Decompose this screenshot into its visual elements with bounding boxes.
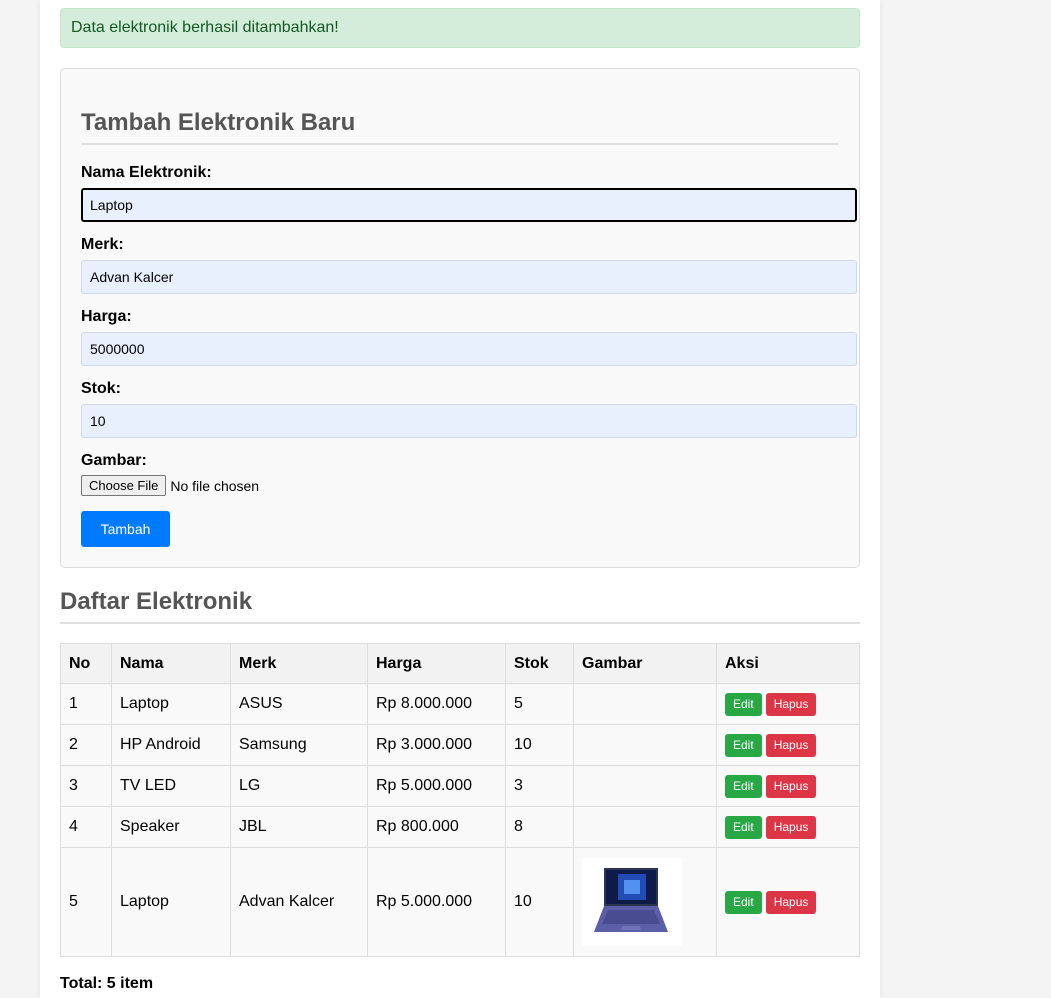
laptop-image	[582, 858, 682, 946]
harga-label: Harga:	[81, 308, 132, 325]
cell-merk: Samsung	[230, 724, 368, 766]
file-input: Choose File No file chosen	[81, 475, 259, 496]
cell-nama: Laptop	[111, 683, 231, 725]
table-row: 3 TV LED LG Rp 5.000.000 3 Edit Hapus	[60, 765, 860, 807]
hapus-button[interactable]: Hapus	[765, 815, 817, 839]
cell-no: 5	[60, 847, 112, 957]
header-no: No	[60, 643, 112, 684]
electronics-table: No Nama Merk Harga Stok Gambar Aksi 1 La…	[60, 643, 860, 957]
cell-harga: Rp 5.000.000	[367, 765, 506, 807]
header-gambar: Gambar	[573, 643, 717, 684]
hapus-button[interactable]: Hapus	[765, 774, 817, 798]
harga-input[interactable]	[81, 332, 857, 366]
cell-merk: ASUS	[230, 683, 368, 725]
cell-aksi: Edit Hapus	[716, 724, 860, 766]
stok-label: Stok:	[81, 380, 121, 397]
cell-harga: Rp 8.000.000	[367, 683, 506, 725]
nama-label: Nama Elektronik:	[81, 164, 212, 181]
cell-gambar	[573, 847, 717, 957]
edit-button[interactable]: Edit	[725, 815, 762, 839]
hapus-button[interactable]: Hapus	[765, 890, 817, 914]
cell-no: 2	[60, 724, 112, 766]
cell-gambar	[573, 683, 717, 725]
choose-file-button[interactable]: Choose File	[81, 475, 167, 496]
header-stok: Stok	[505, 643, 574, 684]
table-row: 2 HP Android Samsung Rp 3.000.000 10 Edi…	[60, 724, 860, 766]
cell-nama: TV LED	[111, 765, 231, 807]
table-row: 4 Speaker JBL Rp 800.000 8 Edit Hapus	[60, 806, 860, 848]
cell-merk: Advan Kalcer	[230, 847, 368, 957]
cell-nama: Laptop	[111, 847, 231, 957]
edit-button[interactable]: Edit	[725, 692, 762, 716]
tambah-button[interactable]: Tambah	[81, 511, 170, 547]
cell-harga: Rp 5.000.000	[367, 847, 506, 957]
edit-button[interactable]: Edit	[725, 890, 762, 914]
nama-input[interactable]	[81, 188, 857, 222]
table-header-row: No Nama Merk Harga Stok Gambar Aksi	[60, 643, 860, 684]
header-nama: Nama	[111, 643, 231, 684]
gambar-label: Gambar:	[81, 452, 147, 469]
merk-label: Merk:	[81, 236, 124, 253]
cell-gambar	[573, 724, 717, 766]
cell-nama: Speaker	[111, 806, 231, 848]
merk-input[interactable]	[81, 260, 857, 294]
cell-merk: LG	[230, 765, 368, 807]
cell-no: 4	[60, 806, 112, 848]
table-row: 1 Laptop ASUS Rp 8.000.000 5 Edit Hapus	[60, 683, 860, 725]
main-container: Data elektronik berhasil ditambahkan! Ta…	[40, 0, 880, 998]
cell-gambar	[573, 765, 717, 807]
cell-stok: 10	[505, 724, 574, 766]
total-count: Total: 5 item	[60, 975, 154, 992]
cell-harga: Rp 3.000.000	[367, 724, 506, 766]
hapus-button[interactable]: Hapus	[765, 692, 817, 716]
cell-harga: Rp 800.000	[367, 806, 506, 848]
stok-input[interactable]	[81, 404, 857, 438]
edit-button[interactable]: Edit	[725, 774, 762, 798]
page-background	[880, 0, 1051, 998]
table-row: 5 Laptop Advan Kalcer Rp 5.000.000 10 Ed…	[60, 847, 860, 957]
cell-stok: 8	[505, 806, 574, 848]
hapus-button[interactable]: Hapus	[765, 733, 817, 757]
success-alert: Data elektronik berhasil ditambahkan!	[60, 8, 860, 48]
header-harga: Harga	[367, 643, 506, 684]
cell-aksi: Edit Hapus	[716, 847, 860, 957]
header-merk: Merk	[230, 643, 368, 684]
cell-aksi: Edit Hapus	[716, 765, 860, 807]
form-title: Tambah Elektronik Baru	[81, 109, 839, 145]
add-electronic-form: Tambah Elektronik Baru Nama Elektronik: …	[60, 68, 860, 568]
list-title: Daftar Elektronik	[60, 588, 860, 624]
cell-stok: 10	[505, 847, 574, 957]
cell-merk: JBL	[230, 806, 368, 848]
cell-aksi: Edit Hapus	[716, 683, 860, 725]
cell-no: 3	[60, 765, 112, 807]
cell-stok: 3	[505, 765, 574, 807]
cell-nama: HP Android	[111, 724, 231, 766]
cell-gambar	[573, 806, 717, 848]
edit-button[interactable]: Edit	[725, 733, 762, 757]
file-status: No file chosen	[170, 477, 260, 494]
cell-aksi: Edit Hapus	[716, 806, 860, 848]
laptop-icon	[582, 858, 682, 946]
cell-stok: 5	[505, 683, 574, 725]
cell-no: 1	[60, 683, 112, 725]
header-aksi: Aksi	[716, 643, 860, 684]
